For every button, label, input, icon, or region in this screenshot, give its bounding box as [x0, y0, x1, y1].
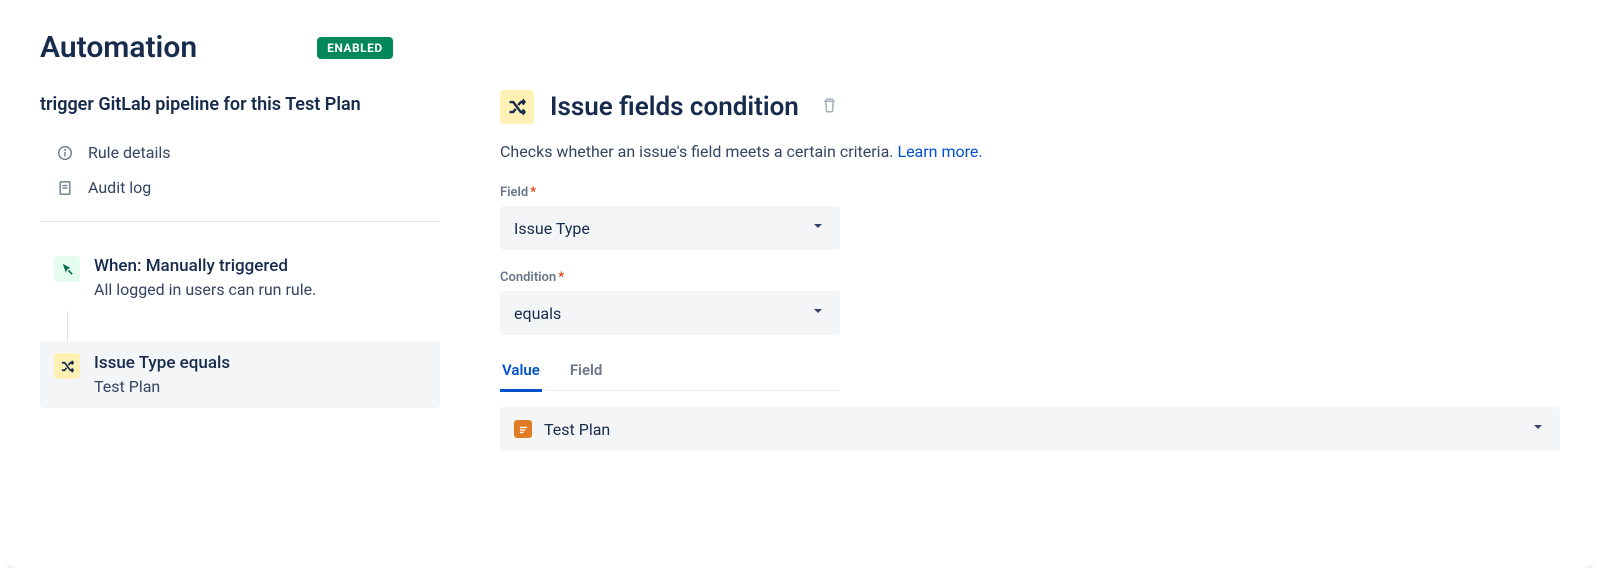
step-connector [67, 311, 454, 341]
tab-field[interactable]: Field [568, 355, 605, 390]
shuffle-icon [54, 353, 80, 379]
nav-label: Rule details [88, 143, 171, 162]
condition-label: Condition* [500, 270, 1560, 285]
panel-title: Issue fields condition [550, 92, 799, 122]
panel-description: Checks whether an issue's field meets a … [500, 142, 1560, 161]
value-field-tabs: Value Field [500, 355, 840, 391]
nav-rule-details[interactable]: Rule details [40, 135, 440, 170]
rule-name: trigger GitLab pipeline for this Test Pl… [40, 93, 400, 117]
chevron-down-icon [810, 218, 826, 238]
select-value: Test Plan [544, 420, 610, 439]
shadow-decoration [8, 560, 1592, 568]
tab-value[interactable]: Value [500, 355, 542, 392]
nav-audit-log[interactable]: Audit log [40, 170, 440, 205]
step-subtitle: All logged in users can run rule. [94, 280, 316, 299]
chevron-down-icon [810, 303, 826, 323]
step-title: Issue Type equals [94, 353, 230, 373]
condition-select[interactable]: equals [500, 291, 840, 335]
field-select[interactable]: Issue Type [500, 206, 840, 250]
chevron-down-icon [1530, 419, 1546, 439]
cursor-icon [54, 256, 80, 282]
status-badge: ENABLED [317, 37, 393, 59]
learn-more-link[interactable]: Learn more. [897, 142, 982, 161]
page-title: Automation [40, 30, 197, 65]
document-icon [56, 179, 74, 197]
step-trigger[interactable]: When: Manually triggered All logged in u… [40, 244, 440, 311]
step-subtitle: Test Plan [94, 377, 230, 396]
step-condition[interactable]: Issue Type equals Test Plan [40, 341, 440, 408]
info-icon [56, 144, 74, 162]
select-value: Issue Type [514, 219, 590, 238]
divider [40, 221, 440, 222]
field-label: Field* [500, 185, 1560, 200]
nav-label: Audit log [88, 178, 151, 197]
value-select[interactable]: Test Plan [500, 407, 1560, 451]
step-title: When: Manually triggered [94, 256, 316, 276]
trash-icon[interactable] [821, 97, 838, 118]
shuffle-icon [500, 90, 534, 124]
test-plan-icon [514, 420, 532, 438]
select-value: equals [514, 304, 561, 323]
